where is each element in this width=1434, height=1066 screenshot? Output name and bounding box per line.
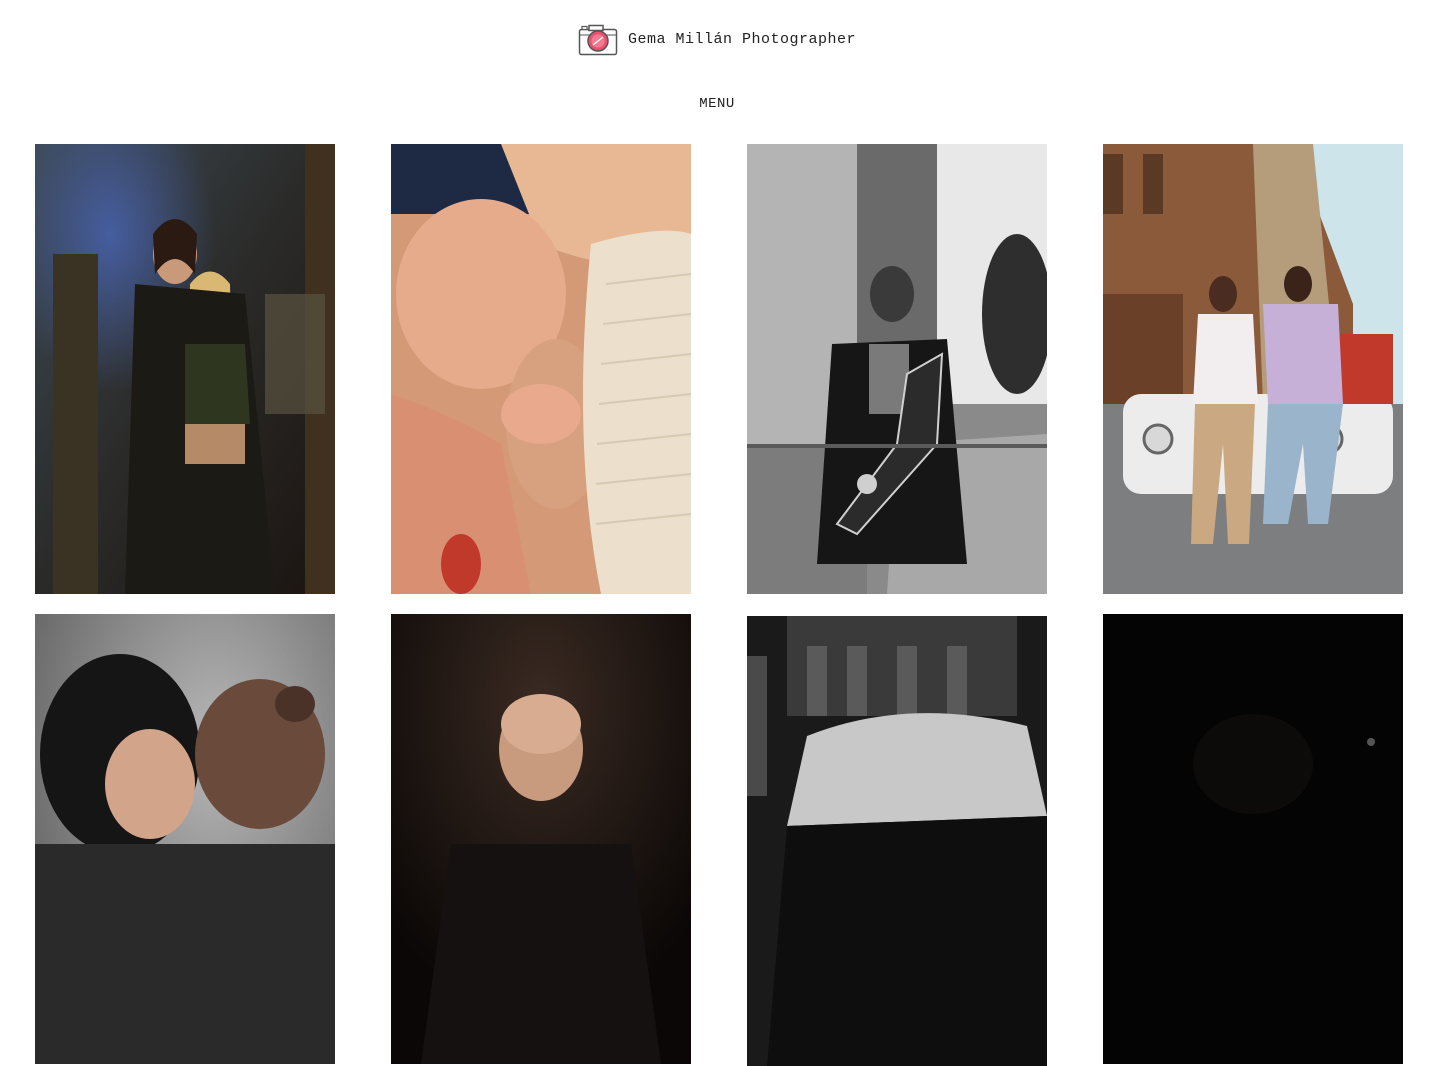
gallery-photo-elderly-man[interactable] — [391, 614, 691, 1064]
gallery-photo-newborn[interactable] — [391, 144, 691, 594]
menu-button[interactable]: MENU — [0, 96, 1434, 112]
gallery-photo-couple-car[interactable] — [1103, 144, 1403, 594]
gallery-photo-dark[interactable] — [1103, 614, 1403, 1064]
site-header: Gema Millán Photographer — [0, 22, 1434, 56]
gallery-photo-bedroom[interactable] — [747, 616, 1047, 1066]
camera-icon — [578, 24, 618, 56]
gallery-photo-two-women[interactable] — [35, 144, 335, 594]
gallery-photo-mother-child[interactable] — [35, 614, 335, 1064]
photo-gallery — [35, 144, 1403, 1066]
home-link[interactable]: Gema Millán Photographer — [578, 22, 856, 56]
site-title: Gema Millán Photographer — [627, 30, 857, 48]
gallery-photo-saxophonist[interactable] — [747, 144, 1047, 594]
